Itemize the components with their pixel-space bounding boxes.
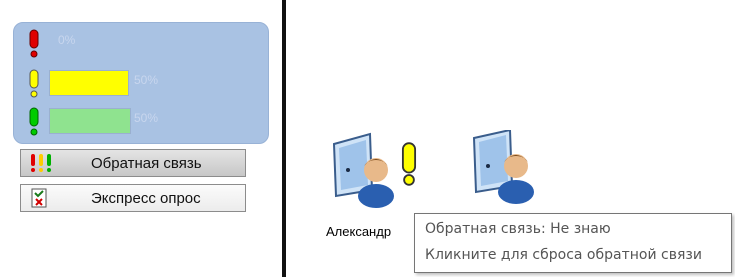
- student-tile[interactable]: Александр: [326, 130, 426, 260]
- feedback-row-understood: 50%: [14, 105, 268, 136]
- student-computer-icon: [472, 130, 534, 204]
- express-quiz-button[interactable]: Экспресс опрос: [20, 184, 246, 212]
- partly-percent: 50%: [134, 73, 159, 87]
- partly-progress-bar: [49, 70, 129, 96]
- feedback-row-partly: 50%: [14, 67, 268, 98]
- tooltip-feedback-status: Обратная связь: Не знаю: [425, 221, 611, 237]
- yellow-exclamation-icon: [29, 69, 39, 98]
- green-exclamation-icon: [29, 107, 39, 136]
- student-name: Александр: [326, 224, 392, 239]
- tooltip-reset-hint: Кликните для сброса обратной связи: [425, 247, 702, 263]
- quiz-icon: [31, 188, 47, 208]
- feedback-button-label: Обратная связь: [91, 155, 202, 172]
- feedback-tooltip: Обратная связь: Не знаю Кликните для сбр…: [414, 213, 732, 273]
- yellow-exclamation-icon: [401, 142, 417, 186]
- understood-progress-bar: [49, 108, 131, 134]
- feedback-row-dont-know: 0%: [14, 27, 268, 58]
- exclamation-triple-icon: [31, 154, 51, 172]
- express-quiz-button-label: Экспресс опрос: [91, 190, 201, 207]
- dont-know-percent: 0%: [58, 33, 76, 47]
- left-panel: 0% 50% 50% Обратная связь Экспресс опрос: [0, 0, 282, 277]
- feedback-button[interactable]: Обратная связь: [20, 149, 246, 177]
- red-exclamation-icon: [29, 29, 39, 58]
- understood-percent: 50%: [134, 111, 159, 125]
- feedback-summary-panel: 0% 50% 50%: [13, 22, 269, 144]
